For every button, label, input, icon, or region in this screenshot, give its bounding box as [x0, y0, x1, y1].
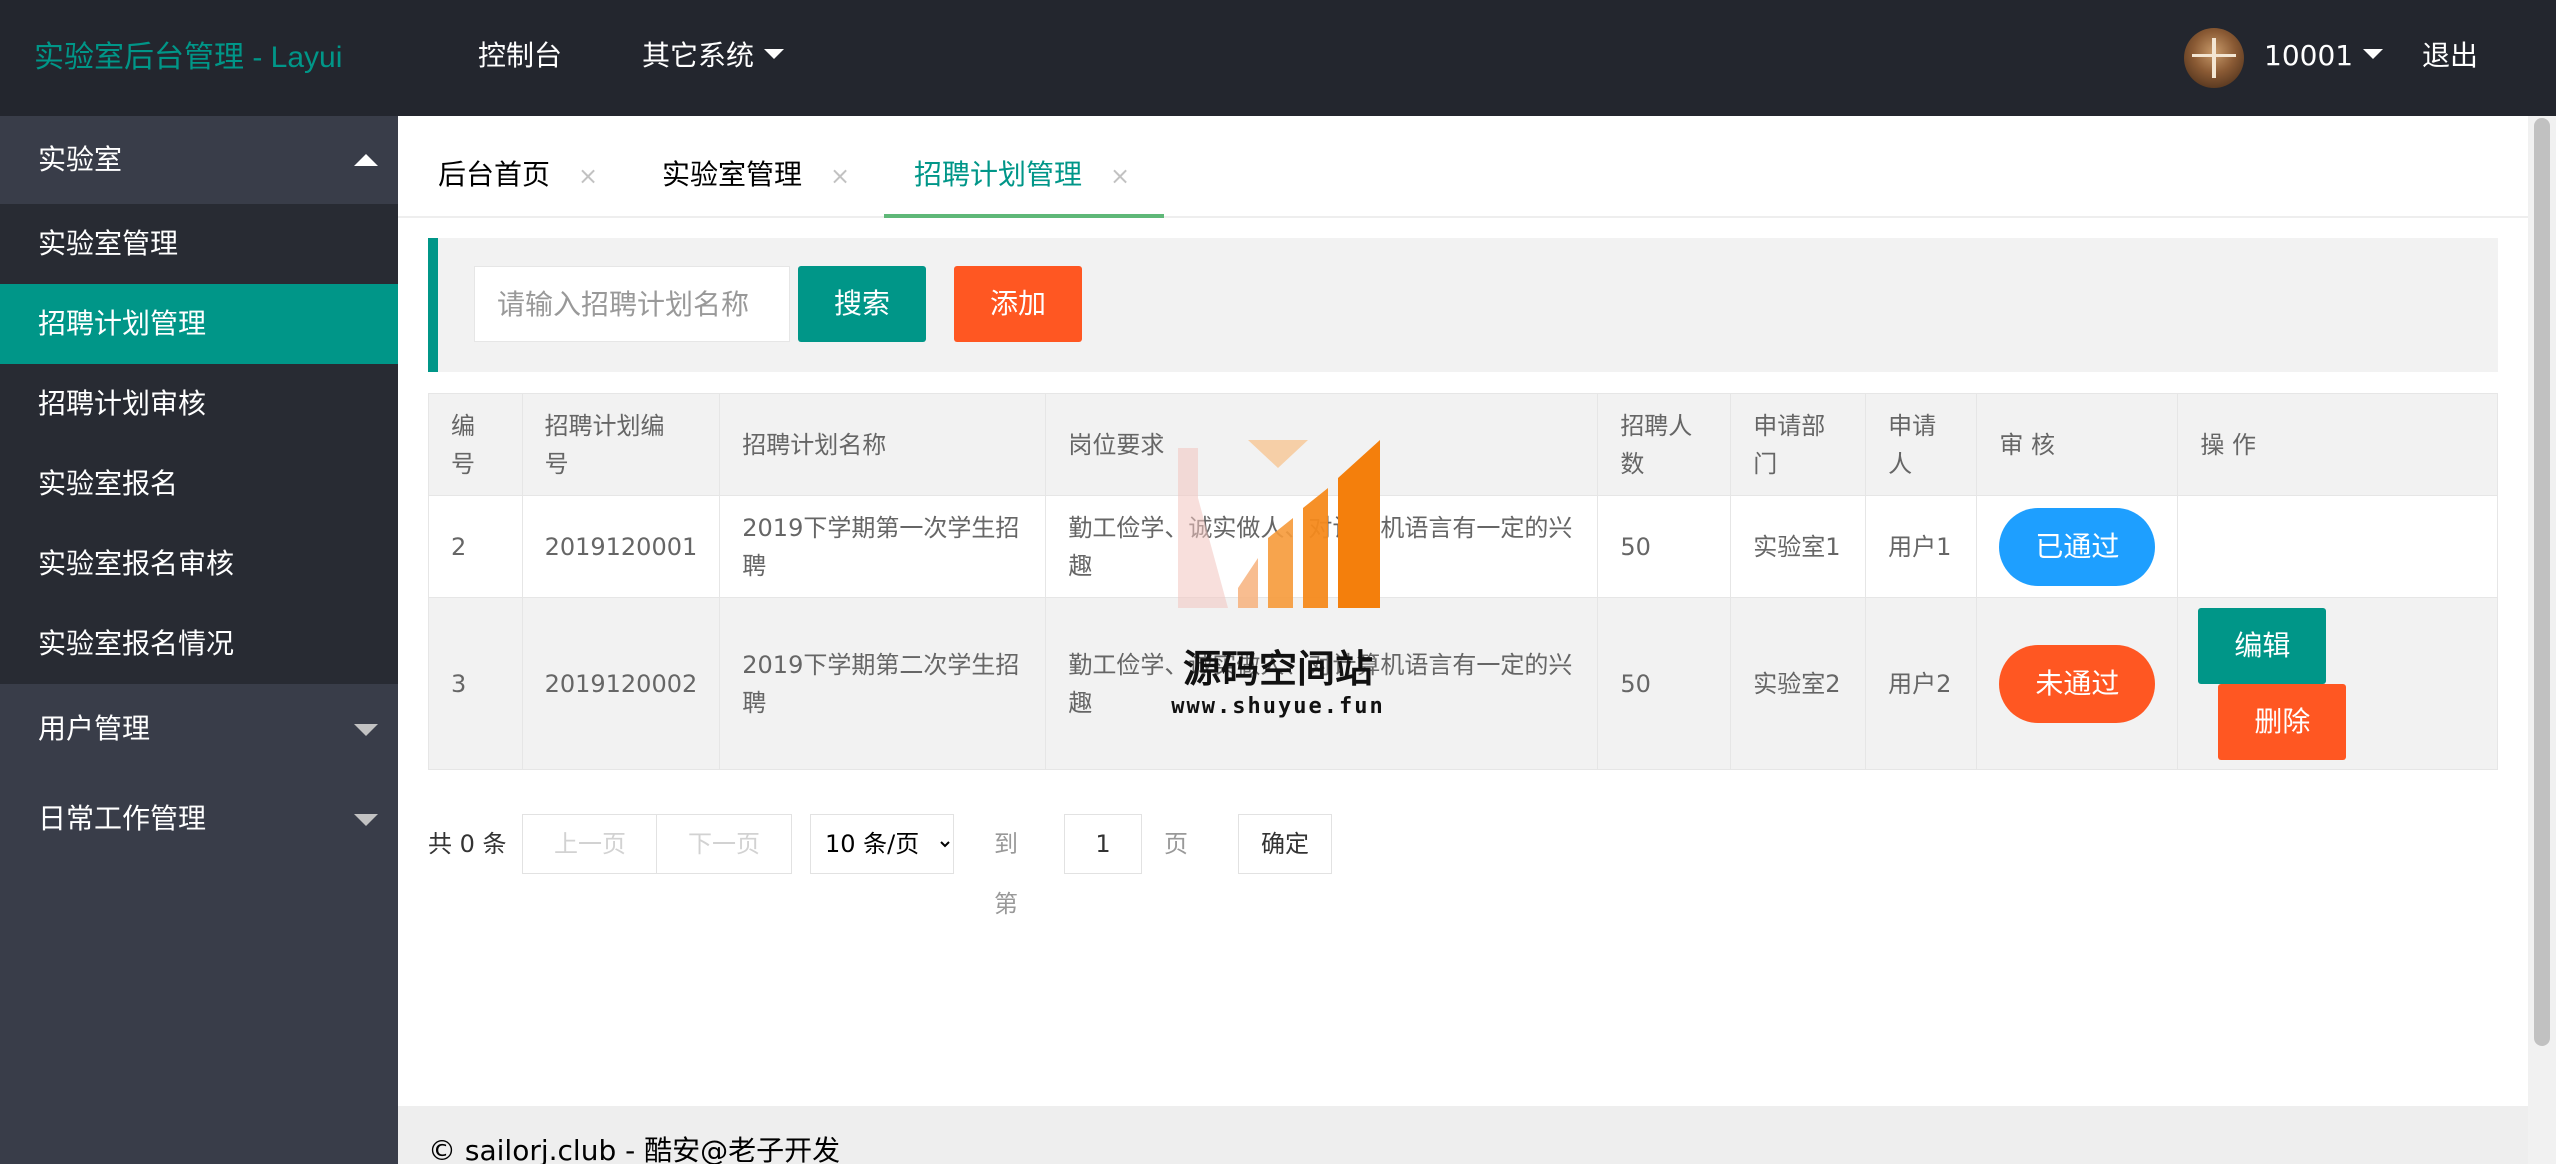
status-badge-rejected[interactable]: 未通过 [1999, 644, 2156, 723]
column-header[interactable]: 审 核 [1976, 393, 2179, 496]
edit-button[interactable]: 编辑 [2198, 608, 2327, 684]
sidebar-item-lab-manage[interactable]: 实验室管理 [0, 204, 398, 284]
cell-ops: 编辑 删除 [2177, 597, 2498, 770]
top-header: 实验室后台管理 - Layui 控制台 其它系统 10001 退出 [0, 0, 2556, 116]
app-logo[interactable]: 实验室后台管理 - Layui [34, 0, 342, 116]
tab-bar: 后台首页 × 实验室管理 × 招聘计划管理 × [398, 116, 2528, 218]
search-toolbar: 搜索 添加 [428, 238, 2498, 372]
cell-dept: 实验室1 [1730, 495, 1867, 598]
tab-lab-manage[interactable]: 实验室管理 × [662, 116, 850, 216]
search-input[interactable] [474, 266, 790, 342]
user-menu[interactable]: 10001 [2264, 0, 2384, 116]
nav-other-systems[interactable]: 其它系统 [642, 0, 785, 116]
logout-link[interactable]: 退出 [2422, 0, 2478, 116]
chevron-up-icon [354, 154, 378, 166]
tab-label: 后台首页 [438, 158, 551, 191]
sidebar-item-recruit-review[interactable]: 招聘计划审核 [0, 364, 398, 444]
sidebar-group-label: 实验室 [38, 143, 123, 176]
column-header[interactable]: 编 号 [428, 393, 523, 496]
cell-name: 2019下学期第二次学生招 聘 [719, 597, 1047, 770]
pagination-total: 共 0 条 [428, 830, 507, 858]
chevron-down-icon [2363, 49, 2384, 59]
cell-ops [2177, 495, 2498, 598]
cell-status: 已通过 [1976, 495, 2179, 598]
username: 10001 [2264, 39, 2354, 72]
avatar[interactable] [2184, 28, 2244, 88]
goto-label: 到第 [994, 830, 1018, 918]
sidebar-submenu: 实验室管理 招聘计划管理 招聘计划审核 实验室报名 实验室报名审核 实验室报名情… [0, 204, 398, 684]
sidebar-group-label: 用户管理 [38, 712, 151, 745]
cell-applicant: 用户1 [1865, 495, 1978, 598]
nav-other-systems-label: 其它系统 [642, 39, 755, 72]
close-icon[interactable]: × [830, 162, 850, 190]
cell-code: 2019120002 [521, 597, 721, 770]
scrollbar-thumb[interactable] [2534, 118, 2550, 1046]
chevron-down-icon [354, 724, 378, 736]
table-header-row: 编 号 招聘计划编 号 招聘计划名称 岗位要求 招聘人 数 申请部 门 申请 人… [428, 393, 2498, 496]
nav-console-label: 控制台 [478, 39, 563, 72]
vertical-scrollbar[interactable] [2528, 116, 2556, 1164]
close-icon[interactable]: × [1110, 162, 1130, 190]
tab-label: 招聘计划管理 [914, 158, 1083, 191]
column-header[interactable]: 招聘计划编 号 [521, 393, 721, 496]
cell-dept: 实验室2 [1730, 597, 1867, 770]
column-header[interactable]: 申请部 门 [1730, 393, 1867, 496]
chevron-down-icon [764, 49, 785, 59]
cell-id: 3 [428, 597, 523, 770]
prev-page-button[interactable]: 上一页 [522, 814, 658, 874]
tab-recruit-plan[interactable]: 招聘计划管理 × [883, 116, 1165, 218]
sidebar-item-signup-review[interactable]: 实验室报名审核 [0, 524, 398, 604]
page-number-input[interactable] [1064, 814, 1142, 874]
sidebar-item-lab-signup[interactable]: 实验室报名 [0, 444, 398, 524]
cell-requirement: 勤工俭学、诚实做人、对计算机语言有一定的兴 趣 [1045, 597, 1599, 770]
column-header[interactable]: 申请 人 [1865, 393, 1978, 496]
chevron-down-icon [354, 814, 378, 826]
page-size-select[interactable]: 10 条/页 [810, 814, 954, 874]
close-icon[interactable]: × [578, 162, 598, 190]
sidebar-item-signup-status[interactable]: 实验室报名情况 [0, 604, 398, 684]
page-suffix-label: 页 [1164, 830, 1188, 858]
page-confirm-button[interactable]: 确定 [1238, 814, 1332, 874]
search-button[interactable]: 搜索 [798, 266, 926, 342]
table-row[interactable]: 2 2019120001 2019下学期第一次学生招 聘 勤工俭学、诚实做人、对… [428, 495, 2498, 598]
cell-id: 2 [428, 495, 523, 598]
delete-button[interactable]: 删除 [2218, 684, 2347, 760]
sidebar-group-daily-work[interactable]: 日常工作管理 [0, 774, 398, 864]
recruit-plan-table: 编 号 招聘计划编 号 招聘计划名称 岗位要求 招聘人 数 申请部 门 申请 人… [428, 393, 2498, 770]
sidebar: 实验室 实验室管理 招聘计划管理 招聘计划审核 实验室报名 实验室报名审核 实验… [0, 116, 398, 1164]
status-badge-approved[interactable]: 已通过 [1999, 507, 2156, 586]
sidebar-item-recruit-plan[interactable]: 招聘计划管理 [0, 284, 398, 364]
cell-requirement: 勤工俭学、诚实做人、对计算机语言有一定的兴 趣 [1045, 495, 1599, 598]
table-row[interactable]: 3 2019120002 2019下学期第二次学生招 聘 勤工俭学、诚实做人、对… [428, 597, 2498, 770]
footer: © sailorj.club - 酷安@老子开发 [398, 1106, 2528, 1164]
column-header[interactable]: 岗位要求 [1045, 393, 1599, 496]
main-content: 后台首页 × 实验室管理 × 招聘计划管理 × 搜索 添加 编 号 招聘计划编 号 招… [398, 116, 2528, 1106]
cell-name: 2019下学期第一次学生招 聘 [719, 495, 1047, 598]
tab-label: 实验室管理 [662, 158, 803, 191]
sidebar-group-label: 日常工作管理 [38, 802, 207, 835]
cell-applicant: 用户2 [1865, 597, 1978, 770]
column-header[interactable]: 招聘计划名称 [719, 393, 1047, 496]
sidebar-group-users[interactable]: 用户管理 [0, 684, 398, 774]
column-header[interactable]: 招聘人 数 [1597, 393, 1732, 496]
cell-code: 2019120001 [521, 495, 721, 598]
next-page-button[interactable]: 下一页 [656, 814, 792, 874]
cell-count: 50 [1597, 495, 1732, 598]
sidebar-group-lab[interactable]: 实验室 [0, 116, 398, 204]
cell-status: 未通过 [1976, 597, 2179, 770]
tab-home[interactable]: 后台首页 × [438, 116, 598, 216]
add-button[interactable]: 添加 [954, 266, 1082, 342]
column-header[interactable]: 操 作 [2177, 393, 2498, 496]
cell-count: 50 [1597, 597, 1732, 770]
nav-console[interactable]: 控制台 [478, 0, 562, 116]
